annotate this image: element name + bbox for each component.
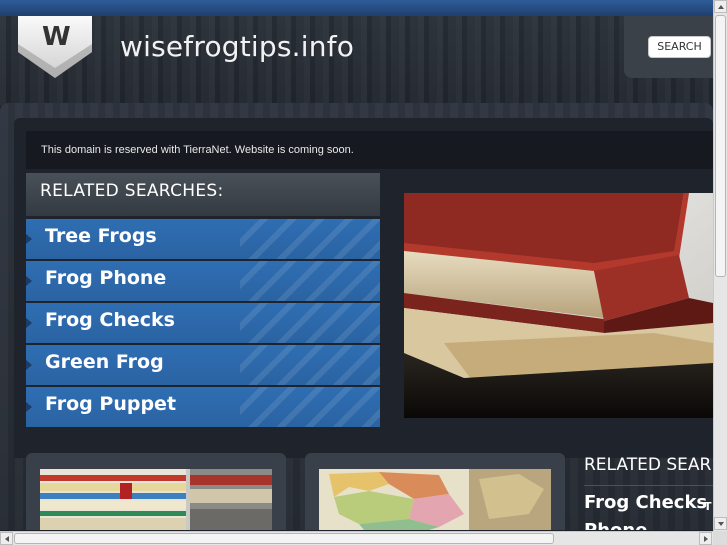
related-link-label[interactable]: Frog Checks: [45, 309, 175, 331]
triangle-right-icon: [26, 402, 32, 412]
right-related-list: Frog Checks T Phone: [584, 490, 713, 530]
search-box: SEARCH: [624, 16, 713, 78]
related-link-label[interactable]: Frog Puppet: [45, 393, 176, 415]
related-link-label[interactable]: Tree Frogs: [45, 225, 157, 247]
books-thumbnail: [40, 469, 272, 530]
arrow-up-icon: [718, 5, 724, 9]
arrow-down-icon: [718, 522, 724, 526]
related-link-label[interactable]: Frog Phone: [45, 267, 166, 289]
map-thumbnail: [319, 469, 551, 530]
scroll-down-button[interactable]: [714, 517, 727, 530]
triangle-right-icon: [26, 360, 32, 370]
bottom-card-2[interactable]: [305, 453, 565, 530]
related-searches-title: RELATED SEARCHES:: [40, 181, 224, 201]
chevron-pattern: [240, 345, 380, 385]
scroll-right-button[interactable]: [699, 532, 712, 545]
arrow-left-icon: [5, 536, 9, 542]
book-photo: [404, 193, 713, 418]
card-thumbnail: [40, 469, 272, 530]
notice-text: This domain is reserved with TierraNet. …: [41, 144, 354, 156]
scrollbar-corner: [713, 531, 727, 545]
triangle-right-icon: [26, 276, 32, 286]
right-related-link-phone[interactable]: Phone: [584, 520, 647, 530]
top-strip: [0, 0, 713, 16]
search-button[interactable]: SEARCH: [648, 36, 711, 58]
related-link-frog-checks[interactable]: Frog Checks: [26, 303, 380, 343]
related-link-frog-phone[interactable]: Frog Phone: [26, 261, 380, 301]
scroll-up-button[interactable]: [714, 0, 727, 13]
related-searches-list: Tree Frogs Frog Phone Frog Checks Green …: [26, 219, 380, 429]
related-link-frog-puppet[interactable]: Frog Puppet: [26, 387, 380, 427]
related-link-label[interactable]: Green Frog: [45, 351, 164, 373]
site-header: [0, 16, 713, 106]
right-related-title: RELATED SEAR: [584, 455, 712, 475]
chevron-pattern: [240, 261, 380, 301]
horizontal-scrollbar[interactable]: [0, 531, 713, 545]
right-related-link-frog-checks[interactable]: Frog Checks: [584, 492, 707, 513]
triangle-right-icon: [26, 318, 32, 328]
horizontal-scroll-thumb[interactable]: [14, 533, 554, 544]
vertical-scroll-thumb[interactable]: [715, 15, 726, 277]
hero-book-image: [404, 193, 713, 418]
divider: [584, 485, 713, 486]
site-logo[interactable]: W: [18, 16, 92, 78]
bottom-card-1[interactable]: [26, 453, 286, 530]
chevron-pattern: [240, 303, 380, 343]
site-title[interactable]: wisefrogtips.info: [120, 30, 354, 63]
chevron-pattern: [240, 219, 380, 259]
triangle-right-icon: [26, 234, 32, 244]
arrow-right-icon: [704, 536, 708, 542]
chevron-pattern: [240, 387, 380, 427]
right-related-link-suffix: T: [704, 500, 712, 513]
vertical-scrollbar[interactable]: [713, 0, 727, 531]
logo-letter: W: [42, 22, 71, 52]
related-link-green-frog[interactable]: Green Frog: [26, 345, 380, 385]
scroll-left-button[interactable]: [0, 532, 13, 545]
related-link-tree-frogs[interactable]: Tree Frogs: [26, 219, 380, 259]
card-thumbnail: [319, 469, 551, 530]
